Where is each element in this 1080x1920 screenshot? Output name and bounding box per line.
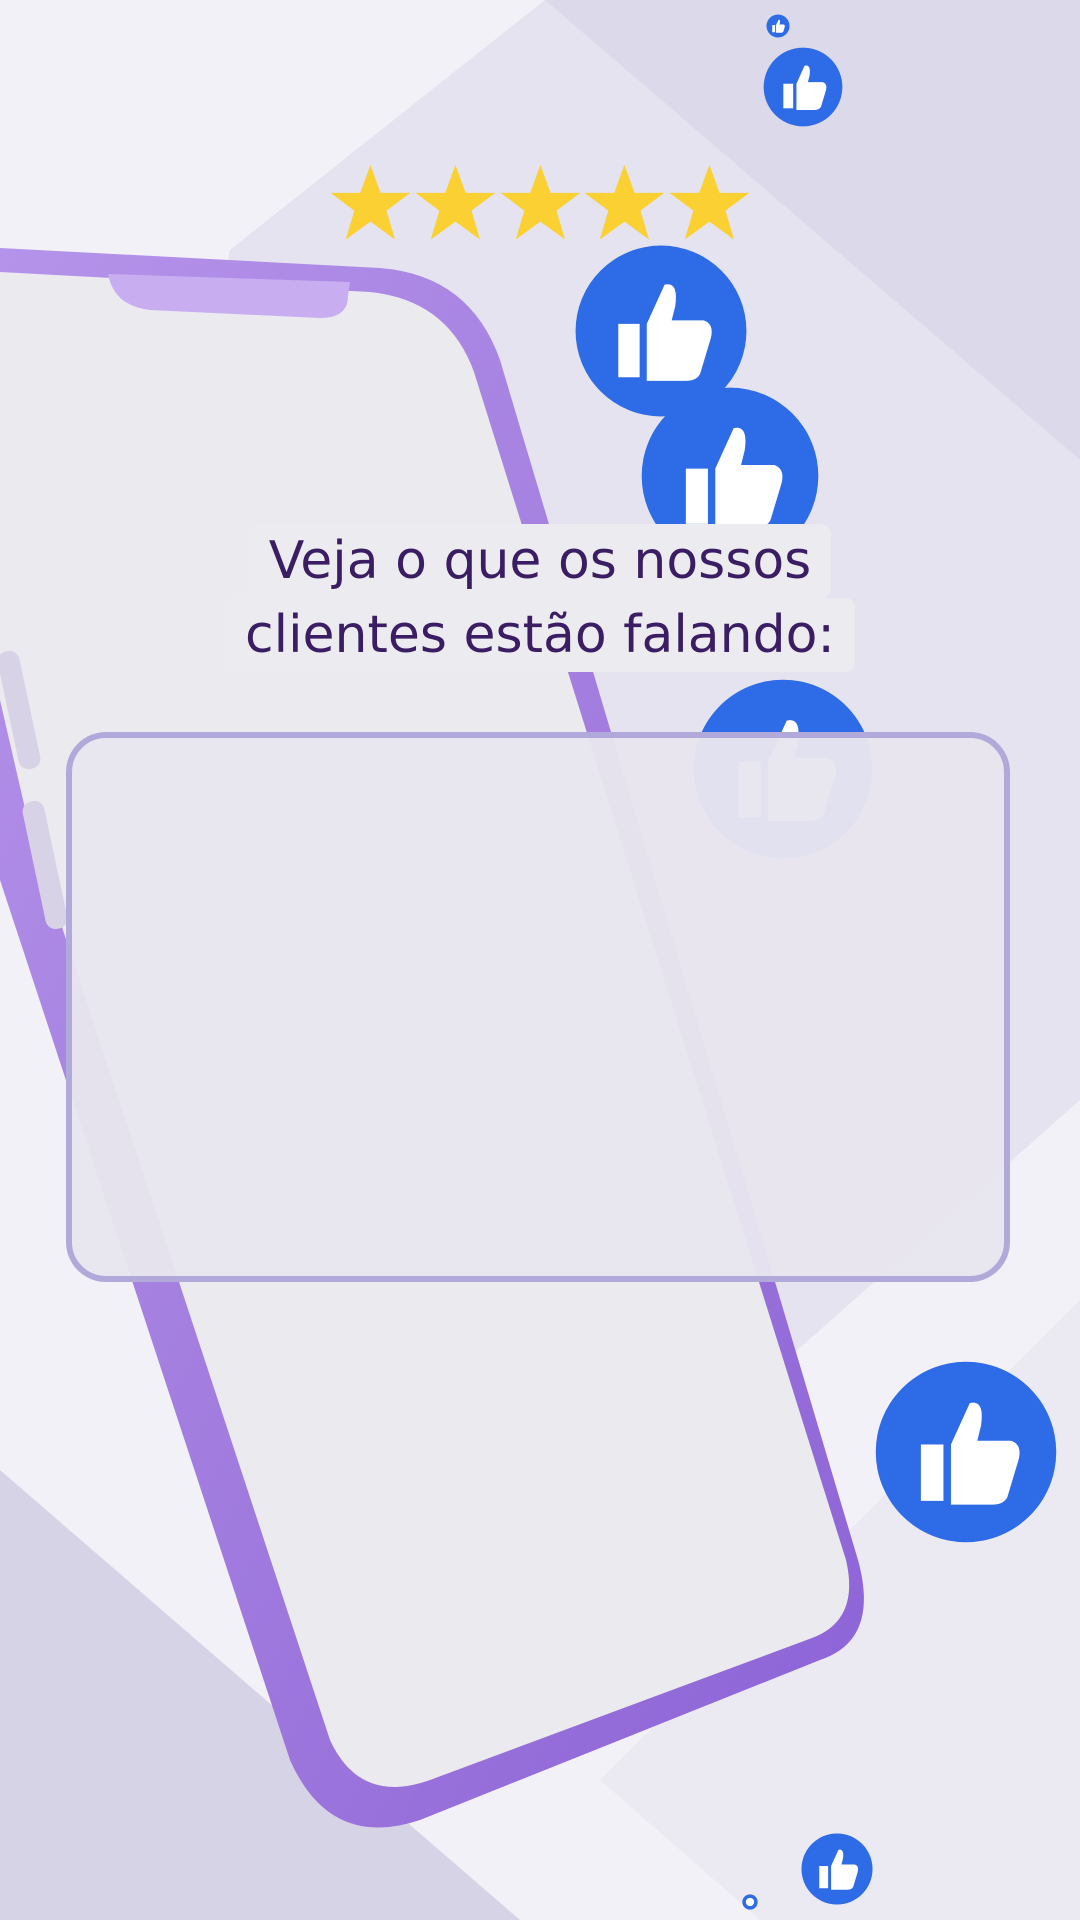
thumbs-up-icon: [762, 46, 844, 128]
thumbs-up-icon: [800, 1832, 874, 1906]
thumbs-up-icon: [572, 242, 750, 420]
page-title: Veja o que os nossos clientes estão fala…: [205, 518, 875, 678]
testimonial-card: [66, 732, 1010, 1282]
title-line-2: clientes estão falando:: [225, 598, 855, 672]
five-star-rating: [328, 160, 752, 246]
star-icon: [415, 164, 496, 240]
star-icon: [669, 164, 750, 240]
title-line-1: Veja o que os nossos: [248, 524, 832, 598]
thumbs-up-icon: [742, 1894, 758, 1910]
thumbs-up-icon: [872, 1358, 1060, 1546]
star-icon: [330, 164, 411, 240]
star-icon: [584, 164, 665, 240]
star-icon: [500, 164, 580, 240]
thumbs-up-icon: [766, 14, 790, 38]
